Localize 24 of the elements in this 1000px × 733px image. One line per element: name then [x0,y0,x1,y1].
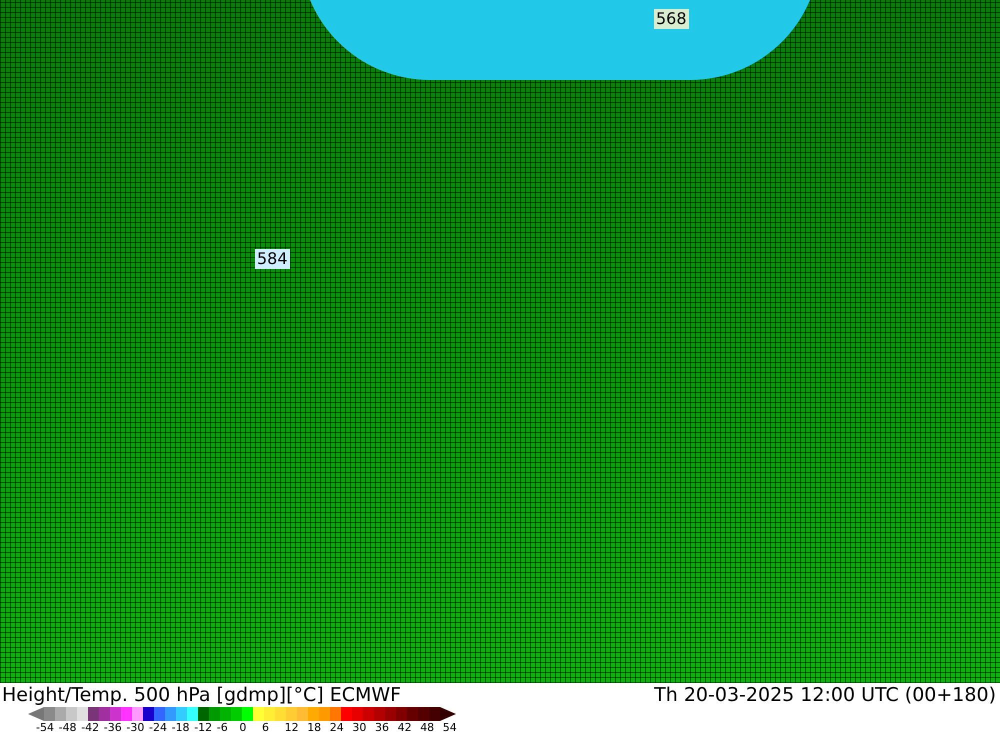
scale-tick-label: 30 [352,722,366,733]
scale-tick-label: -30 [126,722,144,733]
scale-tick-label: 12 [284,722,299,733]
scale-tick-label: 48 [420,722,434,733]
scale-tick-label: -24 [149,722,167,733]
scale-tick-label: -48 [58,722,77,733]
scale-tick-label: -18 [172,722,190,733]
contour-label: 584 [255,249,290,269]
scale-tick-label: 6 [262,722,269,733]
scale-tick-label: -54 [36,722,54,733]
chart-title: Height/Temp. 500 hPa [gdmp][°C] ECMWF [2,686,402,704]
scale-tick-label: -42 [81,722,100,733]
scale-tick-label: 18 [307,722,322,733]
scale-tick-label: -6 [216,722,228,733]
contour-label: 568 [654,9,689,29]
scale-tick-label: 42 [398,722,412,733]
scale-tick-label: 24 [330,722,344,733]
scale-tick-label: -12 [194,722,212,733]
scale-tick-label: 54 [442,722,457,733]
scale-tick-label: 36 [375,722,389,733]
valid-time: Th 20-03-2025 12:00 UTC (00+180) [654,686,996,704]
scale-tick-label: -36 [104,722,122,733]
right-arrow-icon [440,707,456,721]
scale-tick-label: 0 [239,722,246,733]
